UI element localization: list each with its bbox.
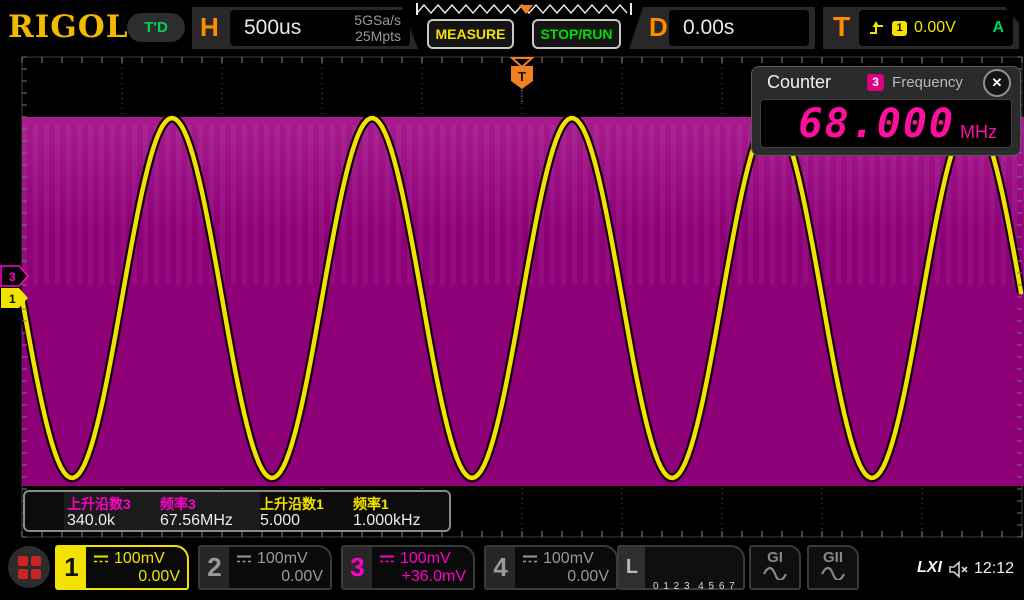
dc-coupling-icon [236,553,252,565]
timebase-readout: 500us 5GSa/s 25Mpts [230,10,410,46]
memory-depth: 25Mpts [354,28,401,44]
trigger-position-icon [512,58,532,67]
channel-1-box[interactable]: 1 100mV0.00V [55,545,189,590]
measurement-panel[interactable]: 上升沿数3340.0k 频率367.56MHz 上升沿数15.000 频率11.000… [23,490,451,532]
stop-run-button[interactable]: STOP/RUN [532,19,621,49]
counter-header: Counter 3 Frequency ✕ [752,67,1020,98]
channel-4-box[interactable]: 4 100mV0.00V [484,545,618,590]
measure-button[interactable]: MEASURE [427,19,514,49]
dc-coupling-icon [522,553,538,565]
measurement-label: 上升沿数3 [67,494,131,514]
oscilloscope-screen: T 3 1 RIGOL T'D H 500us 5GSa/s 25Mpts MEAS… [0,0,1024,600]
menu-grid-icon [8,546,50,588]
delay-readout: 0.00s [669,10,809,46]
trigger-slope-icon [868,20,885,36]
measurement-label: 频率3 [160,494,196,514]
d-label: D [649,12,668,43]
svg-text:T: T [518,69,526,84]
generator-2-box[interactable]: GII [807,545,859,590]
digital-row-1: 0 1 2 3 4 5 6 7 [653,580,755,593]
counter-value: 68.000 [799,101,956,147]
counter-unit: MHz [960,117,997,147]
channel-number: 1 [57,547,86,588]
delay-value: 0.00s [683,10,734,46]
trigger-level-value: 0.00V [914,19,956,37]
trigger-status-badge: T'D [127,13,185,42]
channel-2-box[interactable]: 2 100mV0.00V [198,545,332,590]
clock: 12:12 [974,560,1014,578]
generator-1-label: GI [751,549,799,566]
channel-offset: 0.00V [93,568,180,586]
trigger-source-badge: 1 [892,21,907,36]
h-label: H [200,12,219,43]
timebase-value: 500us [244,10,301,46]
channel-number: 3 [343,547,372,588]
svg-text:1: 1 [9,292,16,306]
measurement-value: 340.0k [67,512,115,530]
channel-number: 2 [200,547,229,588]
svg-text:3: 3 [9,270,16,284]
channel-scale: 100mV [114,550,165,568]
sine-wave-icon [820,566,846,580]
status-bar: 1100mV0.00V2100mV0.00V3100mV+36.0mV4100m… [0,540,1024,600]
channel-number: 4 [486,547,515,588]
measurement-value: 5.000 [260,512,300,530]
ribbon-trigger-marker-icon [519,5,533,14]
acquisition-rates: 5GSa/s 25Mpts [354,12,401,44]
counter-channel-badge: 3 [867,74,884,91]
counter-title: Counter [767,72,831,93]
dc-coupling-icon [379,553,395,565]
delay-block[interactable]: D 0.00s [629,7,815,49]
channel-scale: 100mV [543,550,594,568]
close-icon[interactable]: ✕ [983,69,1011,97]
measurement-label: 频率1 [353,494,389,514]
channel-offset: 0.00V [522,568,609,586]
lxi-indicator: LXI [917,559,942,577]
sine-wave-icon [762,566,788,580]
measurement-value: 1.000kHz [353,512,421,530]
generator-1-box[interactable]: GI [749,545,801,590]
counter-panel: Counter 3 Frequency ✕ 68.000 MHz [751,66,1021,156]
channel-3-box[interactable]: 3 100mV+36.0mV [341,545,475,590]
digital-label: L [619,547,645,588]
speaker-mute-icon[interactable] [948,561,970,578]
measurement-value: 67.56MHz [160,512,233,530]
generator-2-label: GII [809,549,857,566]
trigger-block[interactable]: T 1 0.00V A [823,7,1019,49]
measurement-label: 上升沿数1 [260,494,324,514]
sample-rate: 5GSa/s [354,12,401,28]
counter-mode-label: Frequency [892,74,963,91]
channel-scale: 100mV [257,550,308,568]
waveform-overview-ribbon[interactable] [415,1,633,18]
counter-display: 68.000 MHz [760,99,1012,148]
dc-coupling-icon [93,553,109,565]
digital-channels-box[interactable]: L 0 1 2 3 4 5 6 7 8 9 1011 12131415 [617,545,745,590]
menu-button[interactable] [8,546,50,588]
channel-scale: 100mV [400,550,451,568]
channel-offset: +36.0mV [379,568,466,586]
channel-offset: 0.00V [236,568,323,586]
trigger-sweep-mode: A [992,19,1004,37]
horizontal-timebase-block[interactable]: H 500us 5GSa/s 25Mpts [192,7,418,49]
trigger-readout: 1 0.00V A [859,10,1013,46]
digital-channel-list: 0 1 2 3 4 5 6 7 8 9 1011 12131415 [645,547,755,588]
t-label: T [833,11,850,43]
rigol-logo: RIGOL [8,9,129,45]
